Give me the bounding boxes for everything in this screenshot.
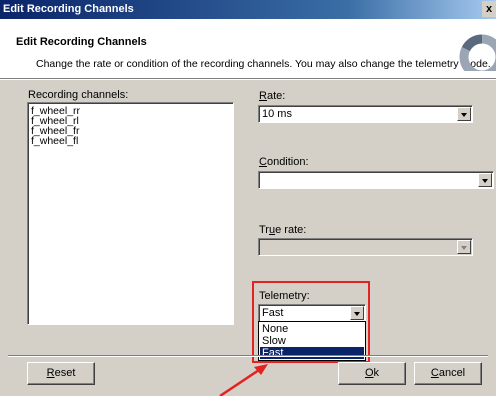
cancel-button[interactable]: Cancel: [414, 362, 482, 385]
list-item[interactable]: f_wheel_fl: [31, 136, 78, 147]
button-separator: [8, 355, 488, 357]
header-subtitle: Change the rate or condition of the reco…: [36, 58, 491, 70]
close-button[interactable]: x: [482, 1, 496, 17]
true-rate-label: True rate:: [259, 224, 307, 236]
reset-button[interactable]: Reset: [27, 362, 95, 385]
red-arrow-icon: [219, 364, 268, 396]
wizard-logo-icon: [459, 34, 496, 71]
highlight-box: [252, 281, 370, 363]
rate-value: 10 ms: [262, 108, 292, 120]
dialog-header: Edit Recording Channels Change the rate …: [0, 19, 496, 78]
recording-channels-label: Recording channels:: [28, 89, 129, 101]
recording-channels-list[interactable]: f_wheel_rr f_wheel_rl f_wheel_fr f_wheel…: [27, 102, 234, 325]
header-title: Edit Recording Channels: [16, 36, 147, 48]
chevron-down-icon[interactable]: [457, 107, 471, 121]
condition-label: Condition:: [259, 156, 309, 168]
ok-button[interactable]: Ok: [338, 362, 406, 385]
rate-label: Rate:: [259, 90, 286, 102]
condition-select[interactable]: [258, 171, 494, 189]
chevron-down-icon[interactable]: [478, 173, 492, 187]
chevron-down-icon: [457, 240, 471, 254]
true-rate-select: [258, 238, 473, 256]
window-title: Edit Recording Channels: [3, 3, 134, 15]
rate-select[interactable]: 10 ms: [258, 105, 473, 123]
title-bar: Edit Recording Channels x: [0, 0, 496, 19]
